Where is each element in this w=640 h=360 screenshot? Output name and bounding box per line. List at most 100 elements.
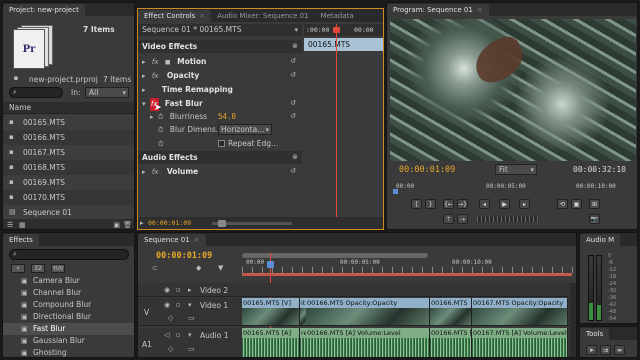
eye-icon[interactable]: ◉ <box>164 301 170 309</box>
list-item[interactable]: ▪ 00166.MTS <box>3 130 134 145</box>
chevron-down-icon[interactable]: ▾ <box>188 331 192 339</box>
close-icon[interactable]: × <box>199 12 205 20</box>
step-forward-button[interactable]: ▸ <box>519 199 530 209</box>
delete-icon[interactable]: 🗑 <box>123 221 132 229</box>
timeline-current-timecode[interactable]: 00:00:01:09 <box>156 251 212 261</box>
tab-program[interactable]: Program: Sequence 01 × <box>387 4 489 16</box>
effect-item[interactable]: ▣ Fast Blur <box>3 323 134 335</box>
chevron-right-icon[interactable]: ▸ <box>142 56 146 69</box>
opacity-row[interactable]: ▸ fx Opacity ↺ <box>138 69 302 82</box>
effect-item[interactable]: ▣ Ghosting <box>3 347 134 357</box>
ec-clip-bar[interactable]: 00165.MTS <box>304 38 383 51</box>
effect-item[interactable]: ▣ Channel Blur <box>3 287 134 299</box>
mark-in-button[interactable]: { <box>411 199 422 209</box>
video-clip[interactable]: 00165.MTS [V] <box>242 298 300 325</box>
audio-clip[interactable]: 00165.MTS [A] <box>242 328 300 357</box>
effects-search-input[interactable]: ⌕ <box>9 249 129 260</box>
video-clip[interactable]: 00167.MTS Opacity:Opacity <box>472 298 568 325</box>
speaker-icon[interactable]: ◁ <box>164 331 169 339</box>
list-view-icon[interactable]: ☰ <box>7 221 13 229</box>
keyframe-icon[interactable]: ◇ <box>168 314 173 322</box>
reset-icon[interactable]: ↺ <box>290 69 296 82</box>
scroll-circle-icon[interactable]: ⊗ <box>292 40 298 53</box>
go-to-out-button[interactable]: →} <box>457 199 468 209</box>
tab-audio-mixer[interactable]: Audio Mixer: Sequence 01 <box>211 10 314 22</box>
timeline-playhead-handle[interactable] <box>267 261 274 268</box>
play-icon[interactable]: ▸ <box>140 219 144 227</box>
32bit-badge[interactable]: 32 <box>31 264 45 273</box>
stopwatch-icon[interactable]: ⏱ <box>158 124 163 137</box>
scroll-circle-icon[interactable]: ⊗ <box>292 151 298 164</box>
repeat-edge-checkbox[interactable] <box>218 140 225 147</box>
close-icon[interactable]: × <box>477 6 483 14</box>
program-current-timecode[interactable]: 00:00:01:09 <box>399 165 455 175</box>
add-marker-icon[interactable]: ▼ <box>218 264 223 272</box>
video-clip[interactable]: 00166.MTS <box>430 298 472 325</box>
motion-row[interactable]: ▸ fx ◼ Motion ↺ <box>138 55 302 68</box>
lock-icon[interactable]: ▫ <box>176 331 181 339</box>
selection-tool-button[interactable]: ➤ <box>586 345 597 355</box>
ec-playhead-handle[interactable] <box>333 27 340 33</box>
list-item[interactable]: ▪ 00167.MTS <box>3 145 134 160</box>
work-area-bar[interactable] <box>242 273 572 276</box>
timeline-ruler[interactable]: 00:00 00:00:05:00 00:00:10:00 <box>242 253 576 277</box>
tab-effect-controls[interactable]: Effect Controls × <box>138 10 212 22</box>
tab-audio-meters[interactable]: Audio M <box>580 234 621 246</box>
ec-current-time[interactable]: 00:00:01:09 <box>148 219 191 227</box>
tab-effects[interactable]: Effects <box>3 234 39 246</box>
track-a1-label[interactable]: A1 <box>142 340 152 349</box>
reset-icon[interactable]: ↺ <box>290 97 296 110</box>
extract-button[interactable]: ⇢ <box>457 214 468 224</box>
effect-item[interactable]: ▣ Camera Blur <box>3 275 134 287</box>
reset-icon[interactable]: ↺ <box>290 110 296 123</box>
effect-item[interactable]: ▣ Directional Blur <box>3 311 134 323</box>
output-button[interactable]: ⊞ <box>589 199 600 209</box>
chevron-right-icon[interactable]: ▸ <box>142 166 146 179</box>
name-column-header[interactable]: Name <box>3 102 134 114</box>
accelerated-effects-icon[interactable]: ⚡ <box>11 264 25 273</box>
audio-clip[interactable]: 00167.MTS [A] Volume:Level <box>472 328 568 357</box>
tab-sequence[interactable]: Sequence 01 × <box>138 234 206 246</box>
blur-dimensions-select[interactable]: Horizonta... ▾ <box>218 124 272 135</box>
list-item[interactable]: ▪ 00165.MTS <box>3 115 134 130</box>
eye-icon[interactable]: ◉ <box>164 286 170 294</box>
time-remapping-row[interactable]: ▸ Time Remapping <box>138 83 302 96</box>
program-ruler[interactable]: 00:00 00:00:05:00 00:00:10:00 <box>390 179 636 194</box>
jog-shuttle[interactable] <box>477 216 539 222</box>
list-item[interactable]: ▪ 00169.MTS <box>3 175 134 190</box>
lock-icon[interactable]: ▫ <box>176 301 181 309</box>
video-clip[interactable]: 00166.MTS Opacity:Opacity <box>306 298 430 325</box>
tab-tools[interactable]: Tools <box>580 328 610 340</box>
list-item[interactable]: ▪ 00168.MTS <box>3 160 134 175</box>
lock-icon[interactable]: ▫ <box>176 286 181 294</box>
chevron-down-icon[interactable]: ▾ <box>188 301 192 309</box>
fx-icon[interactable]: fx <box>152 166 159 179</box>
tab-metadata[interactable]: Metadata <box>315 10 360 22</box>
effect-item[interactable]: ▣ Gaussian Blur <box>3 335 134 347</box>
reset-icon[interactable]: ↺ <box>290 165 296 178</box>
audio-clip[interactable]: 00166.MTS [A] <box>430 328 472 357</box>
step-back-button[interactable]: ◂ <box>479 199 490 209</box>
fx-icon[interactable]: fx <box>152 56 159 69</box>
blur-dimensions-row[interactable]: ⏱ Blur Dimens... Horizonta... ▾ <box>138 123 302 136</box>
list-item[interactable]: ▪ 00170.MTS <box>3 190 134 205</box>
timeline-vertical-scrollbar[interactable] <box>570 283 576 357</box>
ec-zoom-handle[interactable] <box>218 220 226 227</box>
tab-project[interactable]: Project: new-project <box>3 4 85 16</box>
display-style-icon[interactable]: ▭ <box>188 314 195 322</box>
program-video-frame[interactable] <box>390 19 636 161</box>
marker-icon[interactable]: ◆ <box>196 264 201 272</box>
audio-clip[interactable]: 00166.MTS [A] Volume:Level <box>306 328 430 357</box>
keyframe-icon[interactable]: ◇ <box>168 345 173 353</box>
yuv-badge[interactable]: YUV <box>51 264 65 273</box>
track-v-label[interactable]: V <box>144 308 149 317</box>
chevron-right-icon[interactable]: ▸ <box>142 84 146 97</box>
export-frame-button[interactable]: 📷 <box>589 214 600 224</box>
track-select-tool-button[interactable]: ⇉ <box>600 345 611 355</box>
ec-playhead[interactable] <box>336 24 337 219</box>
stopwatch-icon[interactable]: ⏱ <box>158 138 163 151</box>
blurriness-value[interactable]: 54.0 <box>218 110 236 123</box>
list-item[interactable]: ▤ Sequence 01 <box>3 205 134 220</box>
play-button[interactable]: ▶ <box>499 199 510 209</box>
effect-item[interactable]: ▣ Compound Blur <box>3 299 134 311</box>
